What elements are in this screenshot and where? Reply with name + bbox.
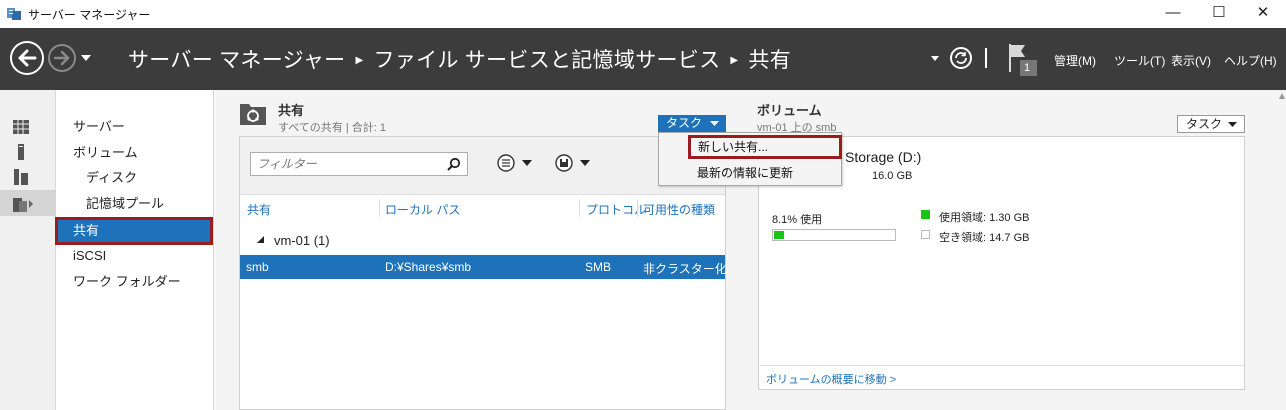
scrollbar[interactable] — [1278, 90, 1286, 104]
breadcrumb-item-server-manager[interactable]: サーバー マネージャー — [128, 49, 345, 72]
rail-item-dashboard[interactable] — [0, 114, 56, 140]
shares-task-button[interactable]: タスク — [658, 115, 726, 133]
menu-item-new-share[interactable]: 新しい共有... — [688, 135, 842, 159]
column-separator — [379, 199, 380, 217]
history-dropdown-icon[interactable] — [80, 52, 92, 64]
filter-box[interactable] — [250, 152, 468, 176]
list-options-icon — [497, 154, 532, 172]
usage-label: 8.1% 使用 — [772, 214, 823, 226]
shares-title: 共有 — [278, 103, 305, 118]
task-dropdown-menu: 新しい共有... 最新の情報に更新 — [658, 132, 842, 186]
breadcrumb-item-shares: 共有 — [748, 49, 792, 72]
notifications-button[interactable]: 1 — [1006, 42, 1038, 76]
flag-icon — [1009, 44, 1037, 76]
volume-size: 16.0 GB — [872, 170, 913, 182]
chevron-down-icon — [1228, 122, 1237, 127]
sidebar-item-work-folders[interactable]: ワーク フォルダー — [57, 270, 214, 294]
save-icon — [555, 154, 590, 172]
volume-task-label: タスク — [1186, 117, 1223, 131]
close-button[interactable]: ✕ — [1240, 0, 1286, 28]
sidebar-item-iscsi[interactable]: iSCSI — [57, 244, 214, 268]
left-rail — [0, 90, 56, 410]
server-manager-icon — [7, 8, 21, 20]
group-header[interactable]: vm-01 (1) — [256, 233, 330, 248]
shares-folder-icon — [240, 104, 266, 125]
column-separator — [637, 199, 638, 217]
usage-bar — [772, 229, 896, 241]
dashboard-icon — [13, 120, 29, 134]
server-icon — [18, 144, 24, 160]
back-button[interactable] — [10, 41, 44, 75]
volume-title: ボリューム — [757, 103, 822, 118]
sidebar-item-storage-pools[interactable]: 記憶域プール — [57, 192, 214, 216]
breadcrumb-separator-icon: ▶ — [730, 55, 739, 66]
refresh-icon[interactable] — [949, 46, 973, 70]
column-header-local-path[interactable]: ローカル パス — [385, 201, 460, 218]
breadcrumb-item-file-services[interactable]: ファイル サービスと記憶域サービス — [373, 49, 720, 72]
rail-item-file-services[interactable] — [0, 190, 56, 216]
collapse-triangle-icon[interactable] — [256, 235, 266, 245]
filter-input[interactable] — [251, 153, 441, 175]
shares-subtitle: すべての共有 | 合計: 1 — [278, 122, 386, 134]
cell-share: smb — [246, 260, 269, 274]
cell-availability: 非クラスター化 — [643, 262, 727, 276]
column-separator — [579, 199, 580, 217]
header-divider — [985, 48, 987, 68]
cell-protocol: SMB — [585, 260, 612, 274]
back-arrow-icon — [18, 49, 37, 67]
notification-count: 1 — [1024, 62, 1031, 74]
file-services-icon — [13, 198, 33, 212]
forward-button[interactable] — [48, 44, 76, 72]
sidebar-item-disks[interactable]: ディスク — [57, 166, 214, 190]
column-header-availability[interactable]: 可用性の種類 — [643, 201, 715, 218]
sidebar-item-volumes[interactable]: ボリューム — [57, 141, 214, 165]
view-options-button[interactable] — [496, 153, 536, 173]
sidebar-item-shares[interactable]: 共有 — [55, 217, 213, 245]
table-row[interactable]: smb D:¥Shares¥smb SMB 非クラスター化 — [240, 255, 727, 279]
rail-item-local-server[interactable] — [0, 138, 56, 164]
sidebar-item-servers[interactable]: サーバー — [57, 115, 214, 139]
servers-icon — [14, 169, 28, 185]
rail-item-all-servers[interactable] — [0, 163, 56, 189]
menu-view[interactable]: 表示(V) — [1171, 52, 1211, 69]
breadcrumb: サーバー マネージャー ▶ ファイル サービスと記憶域サービス ▶ 共有 — [128, 44, 791, 74]
volume-name: Storage (D:) — [845, 149, 922, 165]
volume-overview-link[interactable]: ボリュームの概要に移動 > — [766, 371, 896, 387]
minimize-button[interactable]: — — [1150, 0, 1196, 28]
cell-local-path: D:¥Shares¥smb — [385, 260, 472, 274]
window-title: サーバー マネージャー — [28, 8, 151, 22]
divider — [760, 365, 1244, 366]
breadcrumb-separator-icon: ▶ — [355, 55, 364, 66]
menu-item-refresh[interactable]: 最新の情報に更新 — [659, 161, 841, 185]
search-icon[interactable] — [447, 157, 461, 171]
group-label: vm-01 (1) — [274, 233, 330, 248]
header-bar: サーバー マネージャー ▶ ファイル サービスと記憶域サービス ▶ 共有 1 管理(M)… — [0, 28, 1286, 90]
menu-help[interactable]: ヘルプ(H) — [1224, 52, 1277, 69]
used-space-label: 使用領域: 1.30 GB — [939, 212, 1030, 224]
maximize-button[interactable]: ☐ — [1196, 0, 1242, 28]
menu-manage[interactable]: 管理(M) — [1054, 52, 1096, 69]
filter-bar — [240, 137, 725, 195]
chevron-down-icon — [710, 121, 719, 126]
free-space-swatch — [921, 230, 930, 239]
shares-task-label: タスク — [666, 116, 703, 130]
volume-task-button[interactable]: タスク — [1177, 115, 1245, 133]
column-header-share[interactable]: 共有 — [247, 201, 271, 218]
title-bar: サーバー マネージャー — ☐ ✕ — [0, 0, 1286, 28]
usage-bar-fill — [774, 231, 784, 239]
chevron-down-icon[interactable] — [930, 53, 940, 63]
menu-tools[interactable]: ツール(T) — [1114, 52, 1165, 69]
shares-panel: 共有 ローカル パス プロトコル 可用性の種類 vm-01 (1) smb D:… — [239, 136, 727, 410]
used-space-swatch — [921, 210, 930, 219]
forward-arrow-icon — [53, 50, 70, 66]
scroll-up-icon[interactable] — [1278, 90, 1286, 102]
free-space-label: 空き領域: 14.7 GB — [939, 232, 1030, 244]
save-query-button[interactable] — [554, 153, 594, 173]
sidebar: サーバー ボリューム ディスク 記憶域プール 共有 iSCSI ワーク フォルダ… — [55, 90, 214, 410]
